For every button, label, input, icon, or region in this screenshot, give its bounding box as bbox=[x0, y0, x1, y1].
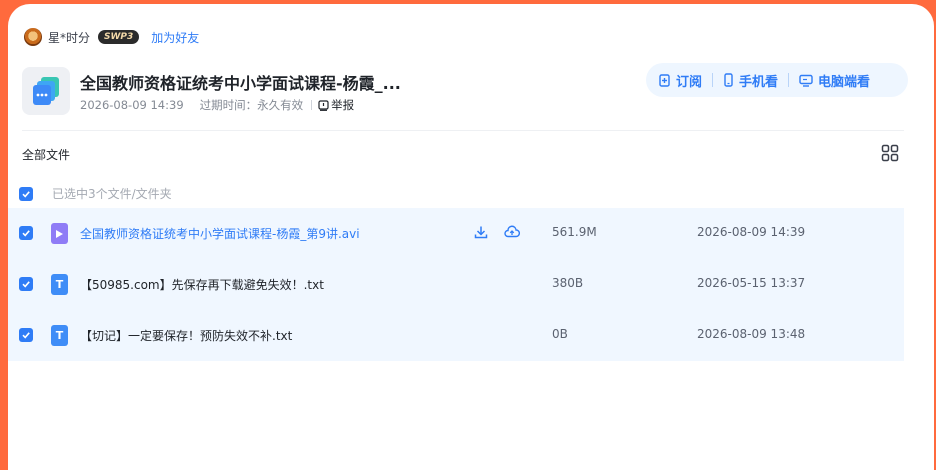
divider bbox=[22, 130, 904, 131]
folder-stack-icon bbox=[22, 67, 70, 115]
file-name[interactable]: 【切记】一定要保存！预防失效不补.txt bbox=[80, 327, 292, 344]
text-file-icon: T bbox=[51, 325, 68, 346]
checkmark-icon bbox=[22, 332, 30, 339]
grid-view-icon[interactable] bbox=[881, 144, 899, 162]
select-all-checkbox[interactable] bbox=[19, 186, 33, 201]
file-name[interactable]: 【50985.com】先保存再下载避免失效！.txt bbox=[80, 276, 324, 293]
file-row[interactable]: 全国教师资格证统考中小学面试课程-杨霞_第9讲.avi 561.9M 2026-… bbox=[8, 208, 904, 259]
sharer-name: 星*时分 bbox=[48, 30, 91, 45]
save-to-cloud-button[interactable] bbox=[504, 224, 520, 243]
file-name[interactable]: 全国教师资格证统考中小学面试课程-杨霞_第9讲.avi bbox=[80, 225, 360, 242]
checkmark-icon bbox=[22, 281, 30, 288]
subscribe-label: 订阅 bbox=[676, 74, 703, 90]
expire-label: 过期时间： bbox=[199, 98, 258, 112]
share-meta: 2026-08-09 14:39 过期时间： 永久有效 举报 bbox=[80, 97, 354, 113]
desktop-icon bbox=[799, 74, 813, 87]
file-size: 0B bbox=[552, 327, 568, 341]
file-size: 380B bbox=[552, 276, 584, 290]
file-date: 2026-08-09 14:39 bbox=[697, 225, 806, 239]
download-icon bbox=[474, 226, 488, 239]
svip-badge: SWP3 bbox=[98, 30, 140, 44]
checkmark-icon bbox=[22, 230, 30, 237]
file-row[interactable]: T 【切记】一定要保存！预防失效不补.txt 0B 2026-08-09 13:… bbox=[8, 310, 904, 361]
sharer-info: 星*时分 SWP3 加为好友 bbox=[24, 26, 199, 48]
file-row[interactable]: T 【50985.com】先保存再下载避免失效！.txt 380B 2026-0… bbox=[8, 259, 904, 310]
mobile-view-button[interactable]: 手机看 bbox=[723, 71, 778, 90]
add-friend-link[interactable]: 加为好友 bbox=[151, 29, 199, 46]
file-size: 561.9M bbox=[552, 225, 597, 239]
row-actions bbox=[474, 224, 536, 243]
report-label: 举报 bbox=[331, 98, 355, 112]
mobile-label: 手机看 bbox=[739, 74, 779, 90]
report-button[interactable]: 举报 bbox=[318, 97, 354, 113]
breadcrumb[interactable]: 全部文件 bbox=[22, 146, 70, 163]
subscribe-button[interactable]: 订阅 bbox=[658, 71, 702, 90]
download-button[interactable] bbox=[474, 224, 488, 243]
share-date: 2026-08-09 14:39 bbox=[80, 98, 184, 112]
file-list: 全国教师资格证统考中小学面试课程-杨霞_第9讲.avi 561.9M 2026-… bbox=[8, 208, 904, 361]
subscribe-icon bbox=[659, 73, 670, 87]
mobile-icon bbox=[724, 73, 733, 87]
video-file-icon bbox=[51, 223, 68, 244]
text-file-icon: T bbox=[51, 274, 68, 295]
selection-count: 已选中3个文件/文件夹 bbox=[52, 187, 172, 201]
desktop-view-button[interactable]: 电脑端看 bbox=[799, 71, 870, 90]
view-actions-bar: 订阅 手机看 电脑端看 bbox=[646, 63, 908, 97]
file-date: 2026-05-15 13:37 bbox=[697, 276, 806, 290]
avatar[interactable] bbox=[24, 28, 42, 46]
select-all-row: 已选中3个文件/文件夹 bbox=[19, 185, 172, 202]
report-icon bbox=[318, 99, 329, 111]
file-date: 2026-08-09 13:48 bbox=[697, 327, 806, 341]
desktop-label: 电脑端看 bbox=[818, 74, 871, 90]
cloud-save-icon bbox=[504, 225, 520, 238]
row-checkbox[interactable] bbox=[19, 277, 33, 291]
share-title: 全国教师资格证统考中小学面试课程-杨霞_... bbox=[80, 74, 401, 93]
expire-value: 永久有效 bbox=[257, 98, 304, 112]
row-checkbox[interactable] bbox=[19, 328, 33, 342]
checkmark-icon bbox=[22, 190, 30, 198]
row-checkbox[interactable] bbox=[19, 226, 33, 240]
